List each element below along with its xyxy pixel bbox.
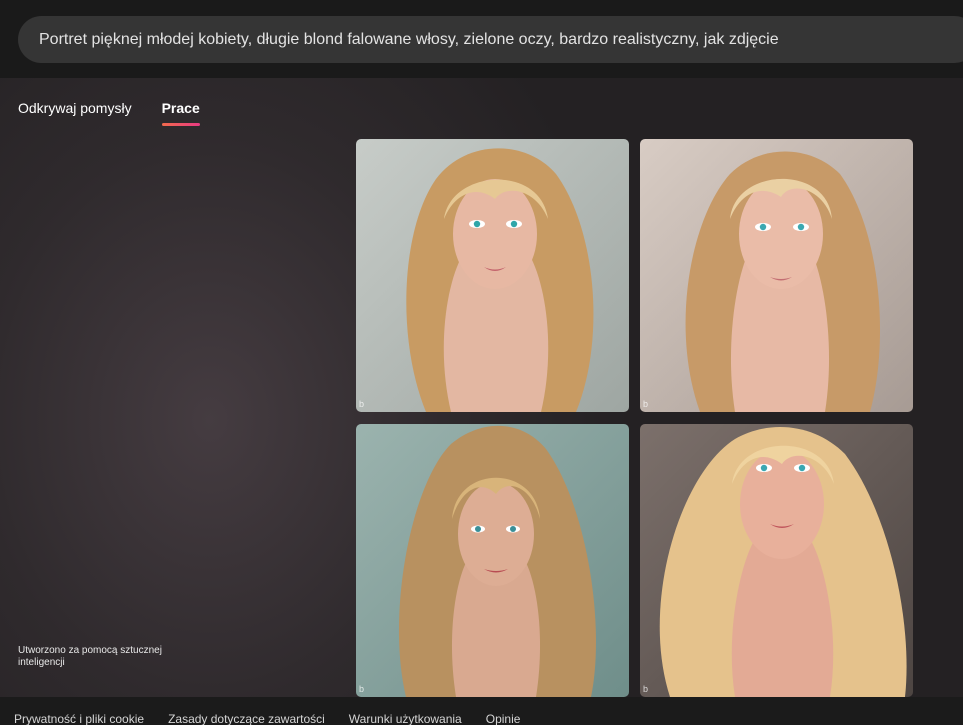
tab-bar: Odkrywaj pomysły Prace <box>18 100 200 130</box>
page: Portret pięknej młodej kobiety, długie b… <box>0 0 963 725</box>
footer-link-privacy[interactable]: Prywatność i pliki cookie <box>14 712 144 725</box>
footer: Prywatność i pliki cookie Zasady dotyczą… <box>0 697 963 725</box>
generated-image-4[interactable]: b <box>640 424 913 697</box>
tab-creations[interactable]: Prace <box>161 100 200 128</box>
portrait-image <box>356 139 629 412</box>
footer-link-content-policy[interactable]: Zasady dotyczące zawartości <box>168 712 325 725</box>
prompt-input[interactable]: Portret pięknej młodej kobiety, długie b… <box>18 16 963 63</box>
watermark-icon: b <box>359 684 365 694</box>
generated-image-3[interactable]: b <box>356 424 629 697</box>
header-bar: Portret pięknej młodej kobiety, długie b… <box>0 0 963 78</box>
generated-image-2[interactable]: b <box>640 139 913 412</box>
watermark-icon: b <box>643 684 649 694</box>
ai-generated-note: Utworzono za pomocą sztucznej inteligenc… <box>18 645 162 668</box>
watermark-icon: b <box>359 399 365 409</box>
footer-link-terms[interactable]: Warunki użytkowania <box>349 712 462 725</box>
image-grid: b b b b <box>356 139 913 697</box>
portrait-image <box>356 424 629 697</box>
generated-image-1[interactable]: b <box>356 139 629 412</box>
footer-link-feedback[interactable]: Opinie <box>486 712 521 725</box>
portrait-image <box>640 139 913 412</box>
watermark-icon: b <box>643 399 649 409</box>
portrait-image <box>640 424 913 697</box>
tab-explore-ideas[interactable]: Odkrywaj pomysły <box>18 100 132 128</box>
